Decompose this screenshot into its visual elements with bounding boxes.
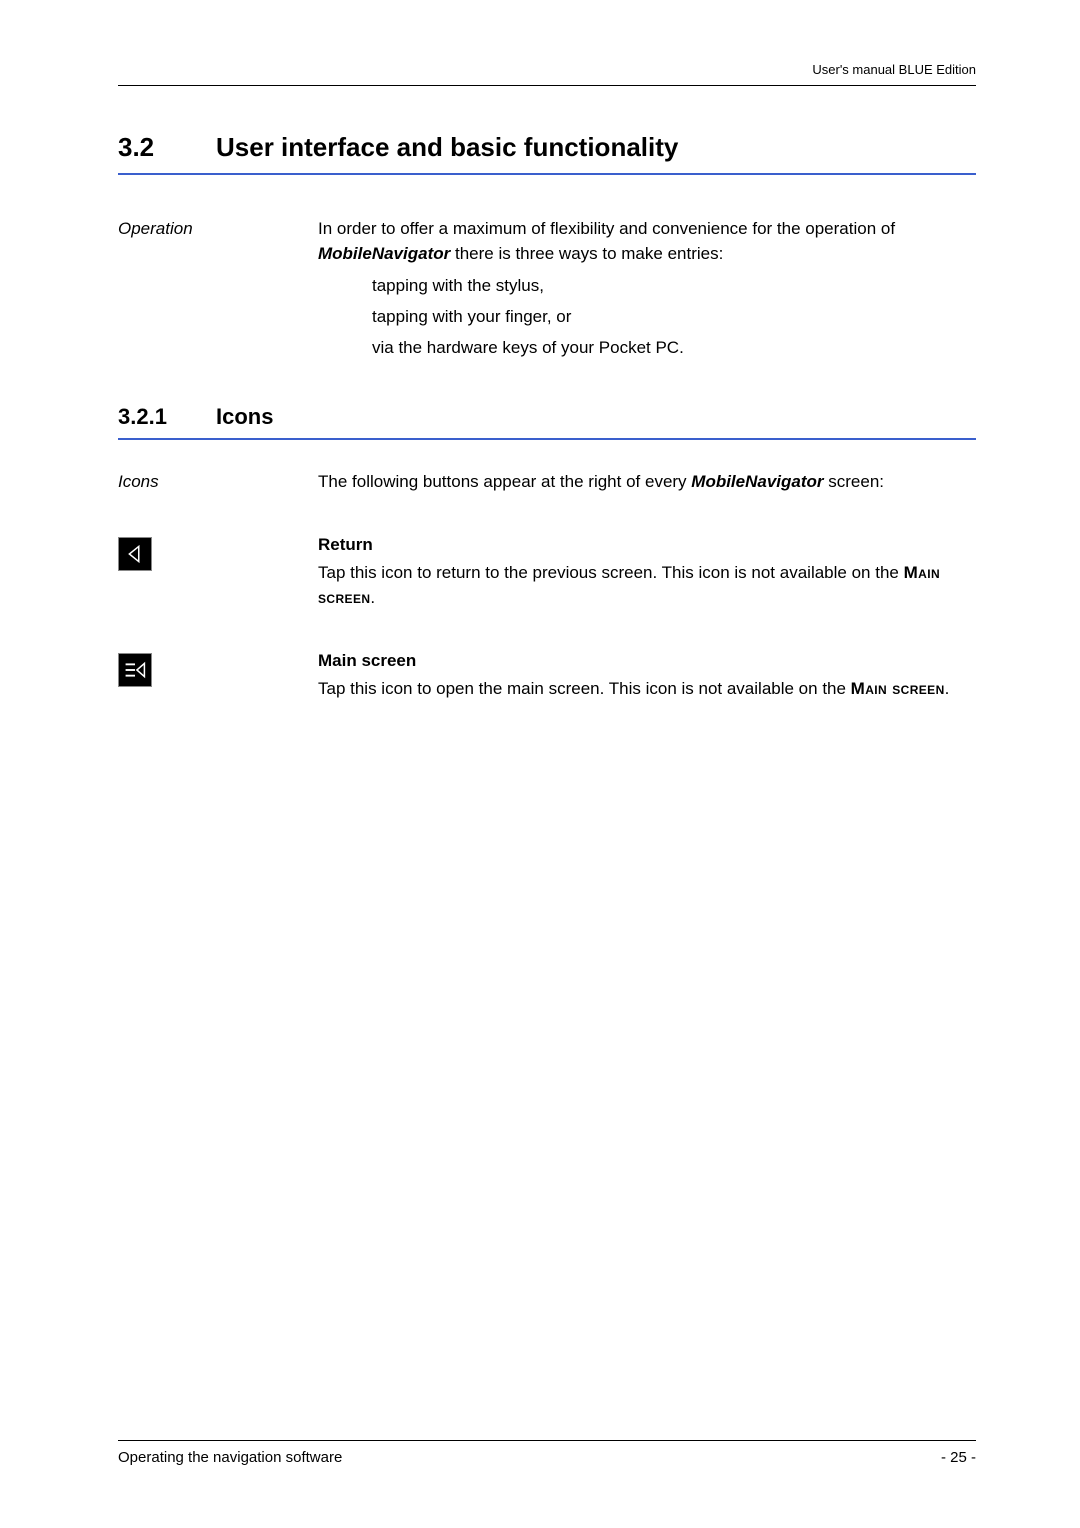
main-text-b: Main screen: [851, 679, 945, 698]
return-text-c: .: [370, 588, 375, 607]
operation-item-1: tapping with the stylus,: [372, 274, 976, 299]
header-right-text: User's manual BLUE Edition: [118, 62, 976, 77]
main-heading: Main screen: [318, 649, 976, 674]
main-screen-icon: [118, 653, 152, 687]
main-text: Tap this icon to open the main screen. T…: [318, 677, 976, 702]
footer-left: Operating the navigation software: [118, 1449, 342, 1466]
subsection-heading: 3.2.1Icons: [118, 404, 976, 440]
icons-intro-label: Icons: [118, 470, 318, 492]
main-text-a: Tap this icon to open the main screen. T…: [318, 679, 851, 698]
icons-intro-text: The following buttons appear at the righ…: [318, 470, 976, 495]
operation-item-3: via the hardware keys of your Pocket PC.: [372, 336, 976, 361]
footer-rule: [118, 1440, 976, 1441]
icons-intro-b: MobileNavigator: [691, 472, 823, 491]
operation-list: tapping with the stylus, tapping with yo…: [372, 274, 976, 360]
subsection-title: Icons: [216, 404, 273, 429]
return-text: Tap this icon to return to the previous …: [318, 561, 976, 610]
main-text-c: .: [945, 679, 950, 698]
return-icon-col: [118, 533, 318, 571]
section-heading: 3.2User interface and basic functionalit…: [118, 132, 976, 175]
operation-item-2: tapping with your finger, or: [372, 305, 976, 330]
operation-intro: In order to offer a maximum of flexibili…: [318, 217, 976, 266]
return-heading: Return: [318, 533, 976, 558]
operation-body: In order to offer a maximum of flexibili…: [318, 217, 976, 366]
return-text-a: Tap this icon to return to the previous …: [318, 563, 904, 582]
footer-right: - 25 -: [941, 1449, 976, 1466]
operation-intro-b: MobileNavigator: [318, 244, 450, 263]
icons-intro-body: The following buttons appear at the righ…: [318, 470, 976, 499]
main-icon-col: [118, 649, 318, 687]
icons-intro-row: Icons The following buttons appear at th…: [118, 470, 976, 499]
return-body: Return Tap this icon to return to the pr…: [318, 533, 976, 615]
footer-row: Operating the navigation software - 25 -: [118, 1449, 976, 1466]
main-body: Main screen Tap this icon to open the ma…: [318, 649, 976, 706]
operation-row: Operation In order to offer a maximum of…: [118, 217, 976, 366]
page: User's manual BLUE Edition 3.2User inter…: [0, 0, 1080, 706]
section-number: 3.2: [118, 132, 216, 163]
main-row: Main screen Tap this icon to open the ma…: [118, 649, 976, 706]
return-row: Return Tap this icon to return to the pr…: [118, 533, 976, 615]
return-back-icon: [118, 537, 152, 571]
operation-intro-a: In order to offer a maximum of flexibili…: [318, 219, 895, 238]
icons-intro-c: screen:: [824, 472, 884, 491]
icons-intro-a: The following buttons appear at the righ…: [318, 472, 691, 491]
subsection-number: 3.2.1: [118, 404, 216, 430]
header-rule: [118, 85, 976, 86]
section-title: User interface and basic functionality: [216, 132, 678, 162]
operation-intro-c: there is three ways to make entries:: [450, 244, 723, 263]
footer: Operating the navigation software - 25 -: [118, 1440, 976, 1466]
operation-label: Operation: [118, 217, 318, 239]
